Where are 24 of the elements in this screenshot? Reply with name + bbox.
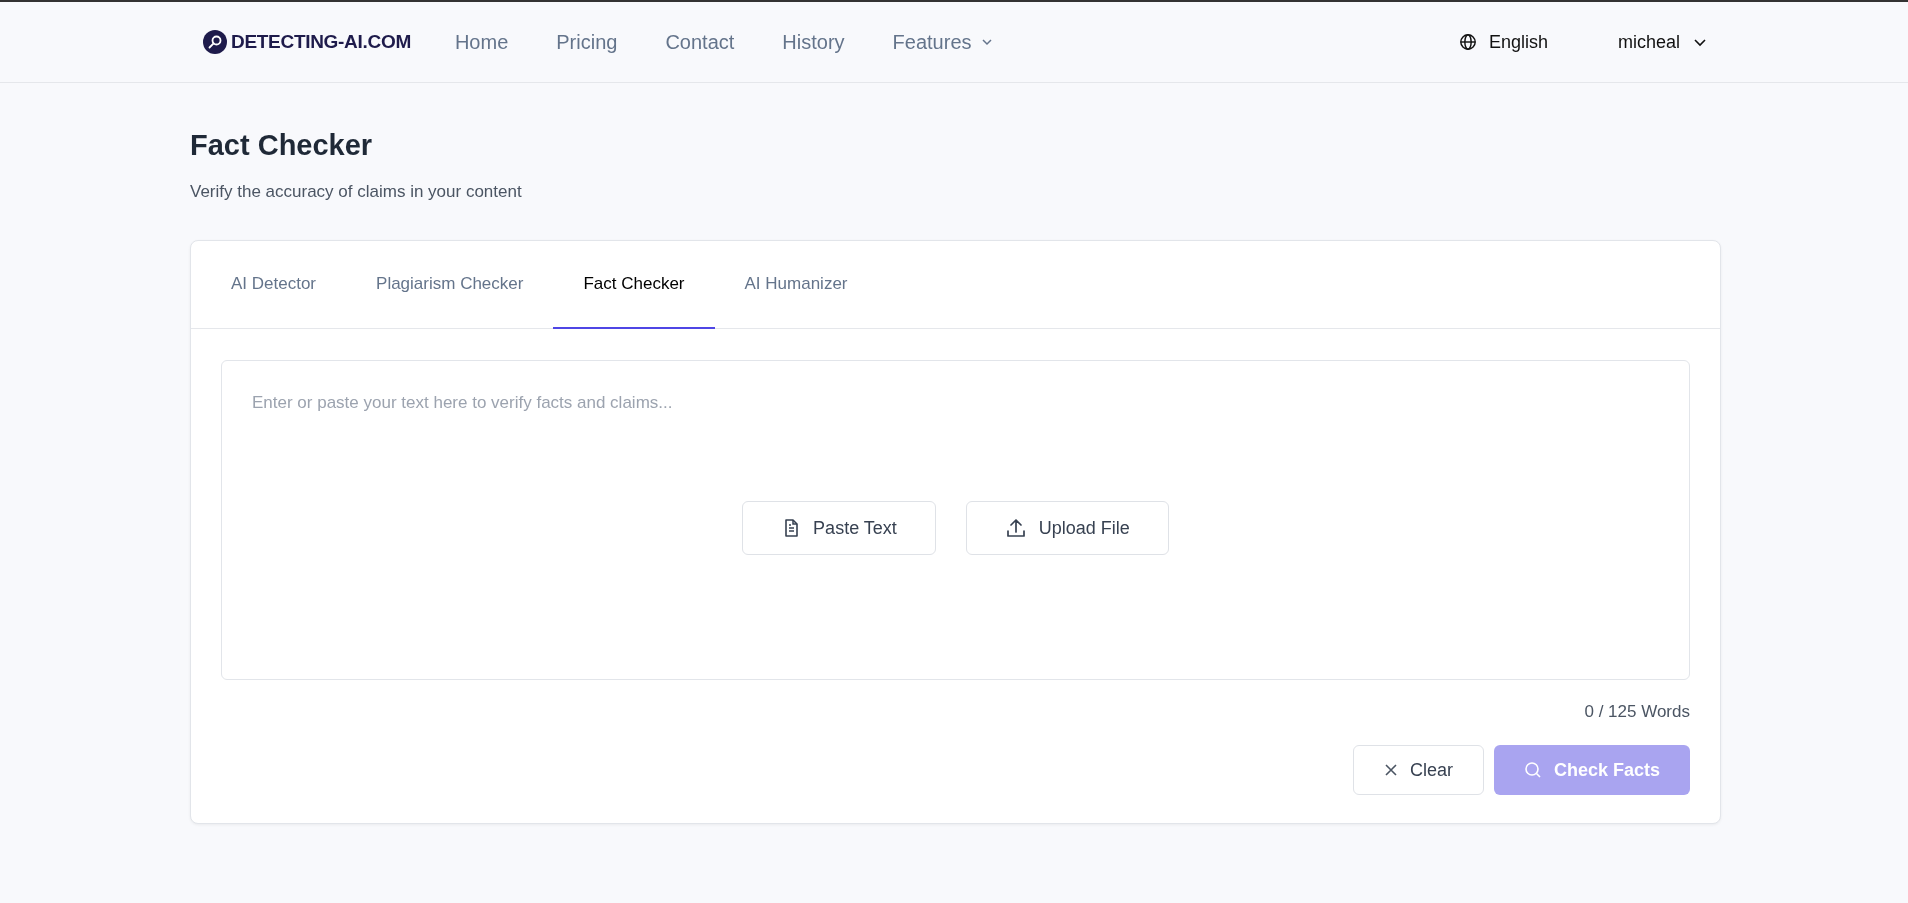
- page-title: Fact Checker: [190, 129, 374, 162]
- site-logo[interactable]: DETECTING-AI.COM: [203, 30, 411, 54]
- nav-dropdown[interactable]: Features: [892, 30, 994, 54]
- paste-text-button[interactable]: Paste Text: [742, 501, 936, 555]
- user-menu[interactable]: micheal: [1617, 31, 1708, 53]
- page-subtitle: Verify the accuracy of claims in your content: [190, 182, 523, 202]
- close-icon: [1383, 763, 1398, 777]
- tab[interactable]: Fact Checker: [553, 241, 715, 329]
- tab[interactable]: AI Detector: [201, 241, 347, 329]
- nav-link[interactable]: Home: [454, 30, 509, 54]
- upload-file-button[interactable]: Upload File: [965, 501, 1169, 555]
- globe-icon: [1458, 33, 1477, 51]
- magnifier-logo-icon: [203, 30, 227, 54]
- language-selector[interactable]: English: [1458, 31, 1548, 53]
- tab[interactable]: AI Humanizer: [714, 241, 878, 329]
- clear-button[interactable]: Clear: [1352, 745, 1484, 795]
- nav-link[interactable]: Pricing: [556, 30, 618, 54]
- word-count: 0 / 125 Words: [1583, 702, 1690, 722]
- tab[interactable]: Plagiarism Checker: [346, 241, 554, 329]
- search-icon: [1523, 761, 1542, 779]
- nav-link[interactable]: History: [782, 30, 845, 54]
- upload-icon: [1004, 517, 1027, 539]
- text-input-area[interactable]: Enter or paste your text here to verify facts and claims... Paste Text Upload File: [221, 360, 1690, 680]
- nav-link[interactable]: Contact: [665, 30, 735, 54]
